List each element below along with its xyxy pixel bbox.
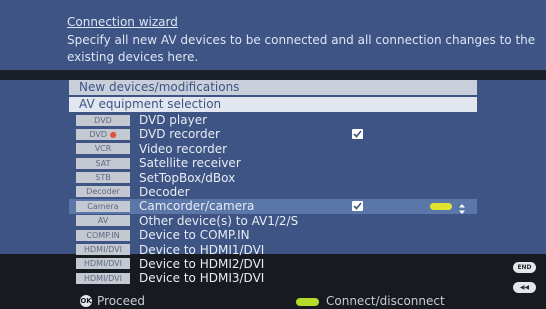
device-tag: DVD ● (76, 128, 130, 140)
proceed-label[interactable]: Proceed (97, 294, 145, 309)
record-dot-icon: ● (107, 129, 117, 139)
device-tag: HDMI/DVI (76, 244, 130, 256)
device-tag-text: DVD (94, 115, 112, 125)
up-down-arrows-icon (458, 200, 466, 215)
device-row[interactable]: SAT Satellite receiver (69, 156, 477, 170)
device-label: Other device(s) to AV1/2/S (139, 213, 299, 228)
device-row[interactable]: HDMI/DVI Device to HDMI2/DVI (69, 257, 477, 271)
device-row[interactable]: HDMI/DVI Device to HDMI1/DVI (69, 243, 477, 257)
ok-button-icon: OK (80, 295, 92, 307)
section-av-selection[interactable]: AV equipment selection (69, 97, 477, 112)
device-row[interactable]: DVD ● DVD recorder (69, 127, 477, 141)
device-row[interactable]: HDMI/DVI Device to HDMI3/DVI (69, 271, 477, 285)
device-tag-text: VCR (94, 144, 112, 154)
device-row[interactable]: COMP.IN Device to COMP.IN (69, 228, 477, 242)
device-tag-text: HDMI/DVI (84, 273, 122, 283)
separator-band (0, 70, 546, 80)
end-button[interactable]: END (513, 262, 536, 273)
device-tag-text: HDMI/DVI (84, 245, 122, 255)
yellow-key-icon (430, 203, 452, 211)
device-tag-text: SAT (95, 158, 111, 168)
device-label: Satellite receiver (139, 156, 241, 171)
device-tag-text: Camera (87, 201, 119, 211)
connect-disconnect-label[interactable]: Connect/disconnect (326, 294, 445, 309)
device-tag: DVD (76, 114, 130, 126)
device-row[interactable]: Decoder Decoder (69, 185, 477, 199)
device-tag: VCR (76, 143, 130, 155)
device-label: Device to HDMI3/DVI (139, 271, 265, 286)
device-tag: SAT (76, 157, 130, 169)
wizard-description: Specify all new AV devices to be connect… (67, 33, 536, 64)
device-label: Decoder (139, 184, 190, 199)
device-tag-text: STB (95, 173, 111, 183)
checkmark-icon[interactable] (352, 129, 363, 140)
device-tag-text: Decoder (86, 187, 120, 197)
device-tag-text: COMP.IN (86, 230, 120, 240)
device-tag: HDMI/DVI (76, 272, 130, 284)
device-label: Device to HDMI2/DVI (139, 256, 265, 271)
device-row[interactable]: AV Other device(s) to AV1/2/S (69, 214, 477, 228)
device-label: SetTopBox/dBox (139, 170, 236, 185)
device-tag-text: AV (97, 216, 109, 226)
green-key-icon (296, 298, 319, 306)
device-row[interactable]: STB SetTopBox/dBox (69, 171, 477, 185)
device-tag-text: DVD (89, 129, 108, 139)
device-row[interactable]: Camera Camcorder/camera (69, 199, 477, 215)
device-label: DVD player (139, 113, 208, 127)
device-tag: AV (76, 215, 130, 227)
checkmark-icon[interactable] (352, 201, 363, 212)
device-label: Camcorder/camera (139, 199, 255, 214)
device-tag: Camera (76, 200, 130, 212)
device-tag: HDMI/DVI (76, 258, 130, 270)
section-new-devices[interactable]: New devices/modifications (69, 80, 477, 95)
device-row[interactable]: VCR Video recorder (69, 142, 477, 156)
device-label: Device to COMP.IN (139, 228, 250, 243)
back-button[interactable]: ◀◀ (513, 282, 536, 293)
device-tag-text: HDMI/DVI (84, 259, 122, 269)
device-tag: Decoder (76, 186, 130, 198)
wizard-title: Connection wizard (67, 15, 178, 29)
device-label: DVD recorder (139, 127, 220, 142)
device-list: DVD DVD player DVD ● DVD recorder VCR Video r… (69, 113, 477, 286)
device-label: Device to HDMI1/DVI (139, 242, 265, 257)
device-row[interactable]: DVD DVD player (69, 113, 477, 127)
device-tag: STB (76, 172, 130, 184)
device-label: Video recorder (139, 141, 228, 156)
device-tag: COMP.IN (76, 229, 130, 241)
